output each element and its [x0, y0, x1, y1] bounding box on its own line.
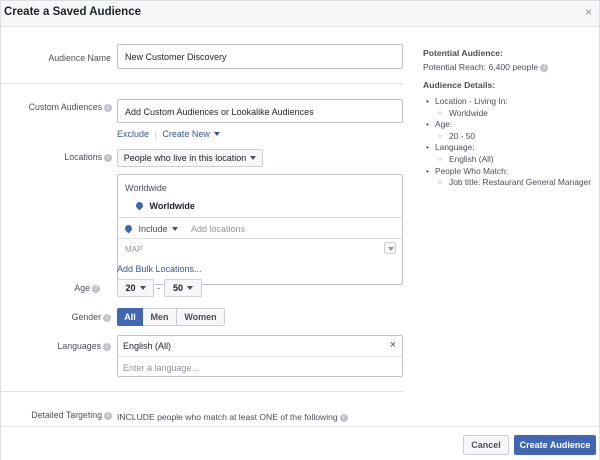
audience-name-label: Audience Name — [41, 53, 111, 63]
caret-down-icon — [213, 132, 220, 136]
custom-audiences-actions: Exclude | Create New — [117, 129, 220, 139]
age-max-dropdown[interactable]: 50 — [164, 279, 202, 297]
close-icon[interactable]: × — [585, 5, 592, 19]
caret-down-icon — [250, 156, 257, 160]
detailed-targeting-text: INCLUDE people who match at least ONE of… — [117, 412, 338, 422]
custom-audiences-placeholder: Add Custom Audiences or Lookalike Audien… — [125, 107, 314, 117]
dialog-footer: Cancel Create Audience — [1, 426, 599, 460]
audience-name-input[interactable]: New Customer Discovery — [117, 44, 403, 69]
detail-subitem: Job title: Restaurant General Manager — [423, 177, 591, 189]
age-label-text: Age — [74, 283, 90, 293]
remove-icon[interactable]: × — [390, 339, 396, 351]
dialog-title: Create a Saved Audience — [4, 6, 141, 18]
custom-audiences-label-text: Custom Audiences — [28, 102, 102, 112]
locations-divider — [118, 238, 402, 239]
potential-reach: Potential Reach: 6,400 people i — [423, 62, 549, 72]
map-expand-button[interactable] — [384, 242, 396, 254]
gender-option-women[interactable]: Women — [177, 308, 225, 326]
languages-divider — [118, 356, 402, 357]
custom-audiences-label: Custom Audiences i — [6, 102, 112, 112]
locations-label: Locations i — [6, 152, 112, 162]
map-toggle-label: MAP — [125, 245, 143, 254]
detail-subitem: Worldwide — [423, 108, 591, 120]
actions-separator: | — [154, 129, 157, 139]
locations-group-header: Worldwide — [125, 183, 167, 193]
map-pin-icon — [123, 223, 134, 234]
detail-item: People Who Match: — [423, 166, 591, 178]
detail-subitem: 20 - 50 — [423, 131, 591, 143]
detail-item: Language: — [423, 142, 591, 154]
audience-name-label-text: Audience Name — [48, 53, 111, 63]
detailed-targeting-label-text: Detailed Targeting — [31, 410, 102, 420]
form-panel: Audience Name New Customer Discovery Cus… — [1, 28, 406, 426]
cancel-button[interactable]: Cancel — [463, 435, 509, 455]
exclude-link[interactable]: Exclude — [117, 129, 149, 139]
create-audience-dialog: Create a Saved Audience × Audience Name … — [0, 0, 600, 460]
section-divider — [1, 391, 404, 392]
detailed-targeting-label: Detailed Targeting i — [6, 410, 112, 420]
create-new-label: Create New — [162, 129, 210, 139]
selected-location: Worldwide — [134, 200, 195, 211]
potential-reach-text: Potential Reach: 6,400 people — [423, 62, 539, 72]
include-label: Include — [138, 224, 168, 234]
locations-label-text: Locations — [64, 152, 102, 162]
info-icon[interactable]: i — [103, 314, 111, 322]
languages-box: English (All) × Enter a language... — [117, 335, 403, 377]
info-icon[interactable]: i — [339, 414, 348, 422]
language-input[interactable]: Enter a language... — [123, 363, 199, 373]
age-min-value: 20 — [125, 283, 136, 293]
caret-down-icon — [388, 247, 394, 251]
include-dropdown[interactable]: Include — [123, 223, 178, 234]
custom-audiences-input[interactable]: Add Custom Audiences or Lookalike Audien… — [117, 99, 403, 123]
add-locations-input[interactable]: Add locations — [191, 224, 245, 234]
potential-audience-title: Potential Audience: — [423, 48, 503, 58]
audience-details-title: Audience Details: — [423, 80, 496, 90]
add-bulk-locations-link[interactable]: Add Bulk Locations... — [117, 264, 202, 274]
gender-option-all[interactable]: All — [117, 308, 143, 326]
gender-label-text: Gender — [71, 312, 101, 322]
age-max-value: 50 — [172, 283, 183, 293]
languages-label: Languages i — [41, 341, 111, 351]
selected-location-text: Worldwide — [149, 201, 195, 211]
detailed-targeting-description: INCLUDE people who match at least ONE of… — [117, 412, 348, 422]
caret-down-icon — [139, 286, 146, 290]
detail-item: Age: — [423, 119, 591, 131]
age-separator: - — [157, 283, 160, 293]
languages-label-text: Languages — [57, 341, 101, 351]
info-icon[interactable]: i — [104, 104, 112, 112]
info-icon[interactable]: i — [540, 64, 549, 72]
location-type-value: People who live in this location — [123, 153, 247, 163]
audience-summary-panel: Potential Audience: Potential Reach: 6,4… — [406, 28, 599, 426]
gender-label: Gender i — [41, 312, 111, 322]
age-min-dropdown[interactable]: 20 — [117, 279, 154, 297]
selected-language: English (All) — [123, 341, 172, 351]
gender-segmented-control: All Men Women — [117, 308, 225, 326]
audience-name-value: New Customer Discovery — [125, 52, 227, 62]
caret-down-icon — [171, 227, 178, 231]
info-icon[interactable]: i — [104, 154, 112, 162]
section-divider — [1, 83, 404, 84]
info-icon[interactable]: i — [104, 412, 112, 420]
create-new-link[interactable]: Create New — [162, 129, 220, 139]
location-type-dropdown[interactable]: People who live in this location — [117, 149, 263, 167]
gender-option-men[interactable]: Men — [143, 308, 177, 326]
info-icon[interactable]: i — [103, 343, 111, 351]
map-pin-icon — [134, 200, 145, 211]
dialog-header: Create a Saved Audience × — [1, 1, 599, 27]
create-audience-button[interactable]: Create Audience — [514, 435, 596, 455]
caret-down-icon — [187, 286, 193, 290]
age-label: Age i — [41, 283, 100, 293]
locations-divider — [118, 217, 402, 218]
audience-details-list: Location - Living In: Worldwide Age: 20 … — [423, 96, 591, 189]
info-icon[interactable]: i — [92, 285, 100, 293]
detail-item: Location - Living In: — [423, 96, 591, 108]
detail-subitem: English (All) — [423, 154, 591, 166]
